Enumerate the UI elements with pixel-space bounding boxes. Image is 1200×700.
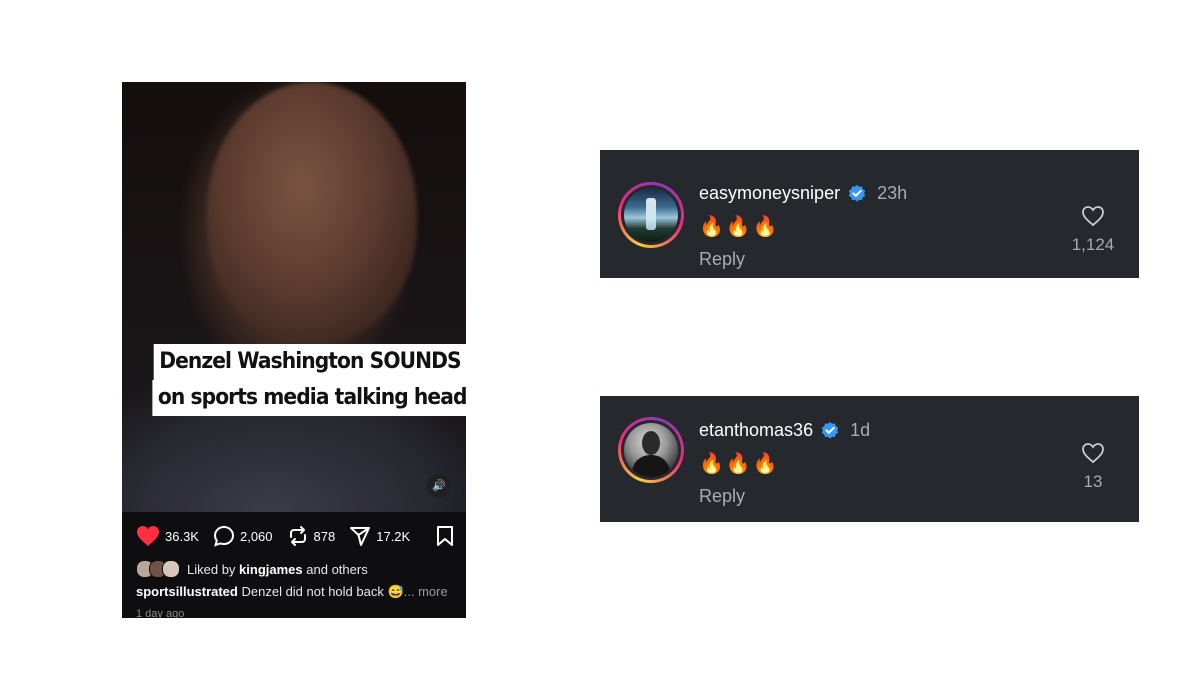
comment-text: 🔥🔥🔥 bbox=[699, 216, 780, 238]
heart-filled-icon bbox=[137, 526, 159, 546]
comment-button[interactable]: 2,060 bbox=[213, 525, 273, 547]
video-frame-subject bbox=[207, 82, 417, 342]
post-timestamp: 1 day ago bbox=[136, 608, 185, 618]
bookmark-icon bbox=[437, 526, 453, 546]
caption-text: Denzel did not hold back 😅 bbox=[241, 584, 404, 599]
caption-overlay-line-2: on sports media talking heads bbox=[152, 380, 466, 416]
verified-badge-icon bbox=[820, 421, 840, 441]
save-button[interactable] bbox=[436, 525, 454, 550]
liked-by-row[interactable]: Liked by kingjames and others bbox=[136, 560, 368, 578]
liked-by-suffix: and others bbox=[306, 561, 368, 577]
comment-username[interactable]: easymoneysniper bbox=[699, 183, 840, 204]
liker-avatar bbox=[162, 560, 180, 578]
like-count: 36.3K bbox=[165, 528, 199, 544]
story-ring[interactable] bbox=[618, 182, 684, 248]
avatar bbox=[624, 423, 678, 477]
sound-toggle-button[interactable]: 🔊 bbox=[427, 474, 451, 498]
liker-avatars bbox=[136, 560, 180, 578]
comment-header: easymoneysniper 23h bbox=[699, 183, 907, 204]
share-count: 17.2K bbox=[376, 528, 411, 544]
reply-button[interactable]: Reply bbox=[699, 486, 745, 507]
share-button[interactable]: 17.2K bbox=[349, 525, 410, 547]
caption-more-link[interactable]: ... more bbox=[404, 584, 448, 599]
comment-card: etanthomas36 1d 🔥🔥🔥 Reply 13 bbox=[600, 396, 1139, 522]
heart-outline-icon bbox=[1082, 443, 1104, 464]
comment-time: 23h bbox=[877, 183, 908, 203]
video-player[interactable]: Denzel Washington SOUNDS OFF on sports m… bbox=[122, 82, 466, 512]
comment-bubble-icon bbox=[213, 525, 234, 547]
comment-like-count: 1,124 bbox=[1071, 235, 1115, 254]
verified-badge-icon bbox=[847, 184, 867, 204]
video-caption-overlay: Denzel Washington SOUNDS OFF on sports m… bbox=[138, 344, 466, 416]
speaker-icon: 🔊 bbox=[432, 480, 446, 492]
comment-card: easymoneysniper 23h 🔥🔥🔥 Reply 1,124 bbox=[600, 150, 1139, 278]
liked-by-user[interactable]: kingjames bbox=[239, 562, 303, 577]
heart-outline-icon bbox=[1082, 206, 1104, 227]
repost-button[interactable]: 878 bbox=[287, 525, 336, 547]
comment-like-count: 13 bbox=[1083, 472, 1103, 491]
comment-header: etanthomas36 1d bbox=[699, 420, 870, 441]
post-card: Denzel Washington SOUNDS OFF on sports m… bbox=[122, 82, 466, 618]
comment-username[interactable]: etanthomas36 bbox=[699, 420, 813, 441]
comment-like[interactable]: 13 bbox=[1063, 442, 1123, 492]
comment-like[interactable]: 1,124 bbox=[1063, 205, 1123, 255]
story-ring[interactable] bbox=[618, 417, 684, 483]
comment-count: 2,060 bbox=[239, 528, 273, 544]
caption-overlay-line-1: Denzel Washington SOUNDS OFF bbox=[153, 344, 466, 380]
post-caption: sportsillustrated Denzel did not hold ba… bbox=[136, 584, 462, 600]
avatar bbox=[624, 188, 678, 242]
caption-username[interactable]: sportsillustrated bbox=[136, 584, 238, 599]
send-icon bbox=[350, 527, 371, 546]
comment-time: 1d bbox=[850, 420, 871, 440]
repost-count: 878 bbox=[313, 528, 336, 544]
repost-icon bbox=[289, 526, 306, 546]
like-button[interactable]: 36.3K bbox=[136, 525, 199, 547]
reply-button[interactable]: Reply bbox=[699, 249, 745, 270]
post-actions-bar: 36.3K 2,060 878 17.2K bbox=[136, 523, 454, 549]
liked-by-prefix: Liked by bbox=[187, 561, 236, 577]
comment-text: 🔥🔥🔥 bbox=[699, 453, 780, 475]
